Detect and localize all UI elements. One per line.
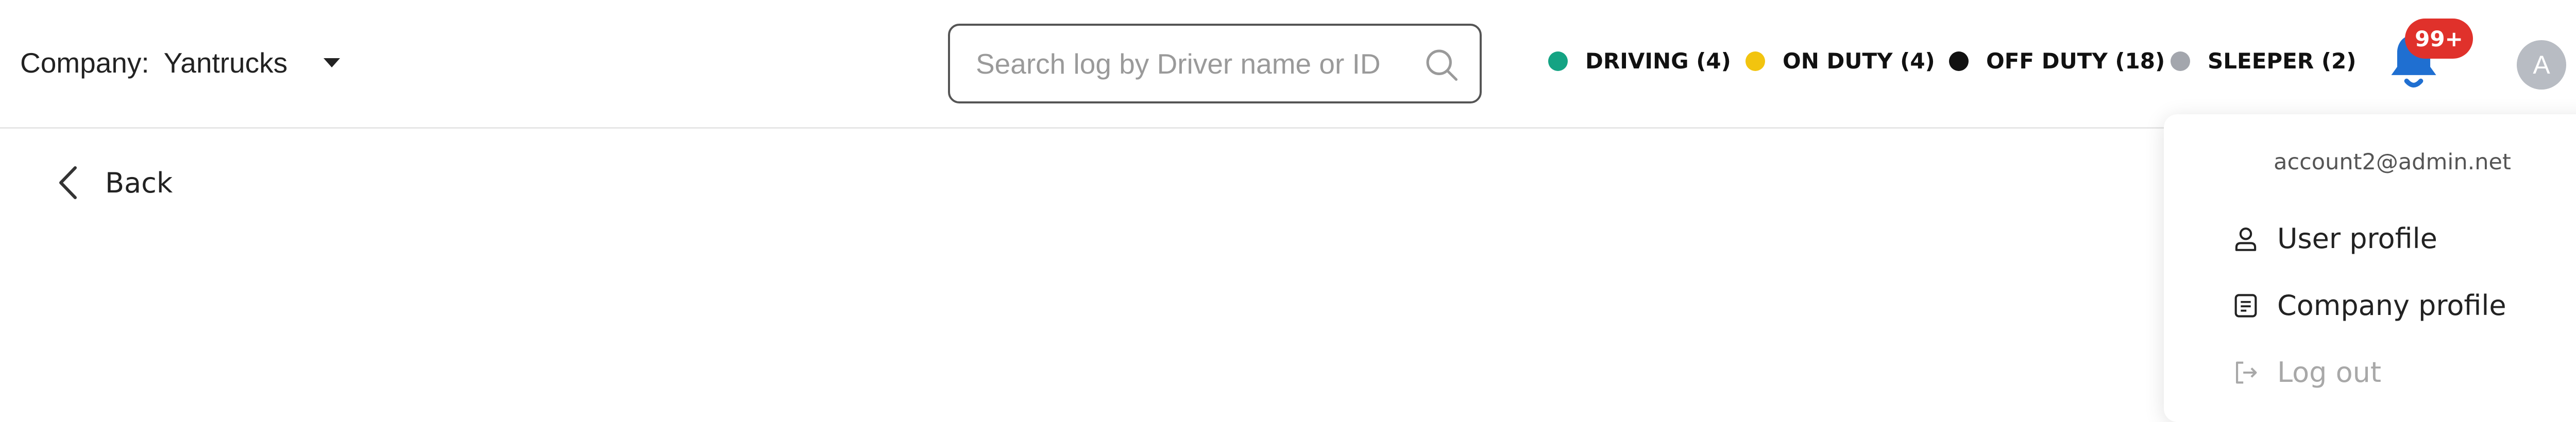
document-icon: [2231, 291, 2277, 321]
account-email: account2@admin.net: [2274, 149, 2511, 175]
status-sleeper[interactable]: SLEEPER (2): [2171, 48, 2356, 74]
status-label: ON DUTY (4): [1783, 48, 1935, 74]
user-icon: [2231, 224, 2277, 254]
search-box[interactable]: [948, 24, 1482, 103]
status-dot: [1548, 51, 1568, 71]
avatar[interactable]: A: [2517, 40, 2566, 90]
status-on-duty[interactable]: ON DUTY (4): [1745, 48, 1935, 74]
status-driving[interactable]: DRIVING (4): [1548, 48, 1731, 74]
company-name[interactable]: Yantrucks: [164, 46, 287, 79]
logout-icon: [2231, 358, 2277, 388]
back-label: Back: [105, 166, 173, 199]
notification-badge: 99+: [2405, 19, 2473, 59]
menu-item-label: User profile: [2277, 222, 2437, 255]
menu-item-label: Company profile: [2277, 289, 2506, 322]
status-label: DRIVING (4): [1585, 48, 1731, 74]
search-icon[interactable]: [1422, 45, 1461, 84]
status-off-duty[interactable]: OFF DUTY (18): [1949, 48, 2165, 74]
account-dropdown-menu: account2@admin.net User profile Company p…: [2164, 114, 2576, 422]
menu-item-user-profile[interactable]: User profile: [2231, 222, 2437, 255]
status-label: SLEEPER (2): [2208, 48, 2357, 74]
company-selector[interactable]: Company: Yantrucks: [20, 46, 341, 79]
top-bar: Company: Yantrucks DRIVING (4) ON DUTY (…: [0, 0, 2576, 129]
status-label: OFF DUTY (18): [1986, 48, 2165, 74]
menu-item-log-out[interactable]: Log out: [2231, 356, 2381, 389]
menu-item-label: Log out: [2277, 356, 2382, 389]
back-button[interactable]: Back: [57, 165, 173, 201]
company-label: Company:: [20, 47, 149, 79]
search-input[interactable]: [975, 46, 1404, 81]
status-dot: [1949, 51, 1969, 71]
menu-item-company-profile[interactable]: Company profile: [2231, 289, 2506, 322]
chevron-left-icon: [59, 166, 77, 199]
caret-down-icon[interactable]: [324, 58, 341, 67]
status-dot: [2171, 51, 2190, 71]
status-dot: [1745, 51, 1765, 71]
